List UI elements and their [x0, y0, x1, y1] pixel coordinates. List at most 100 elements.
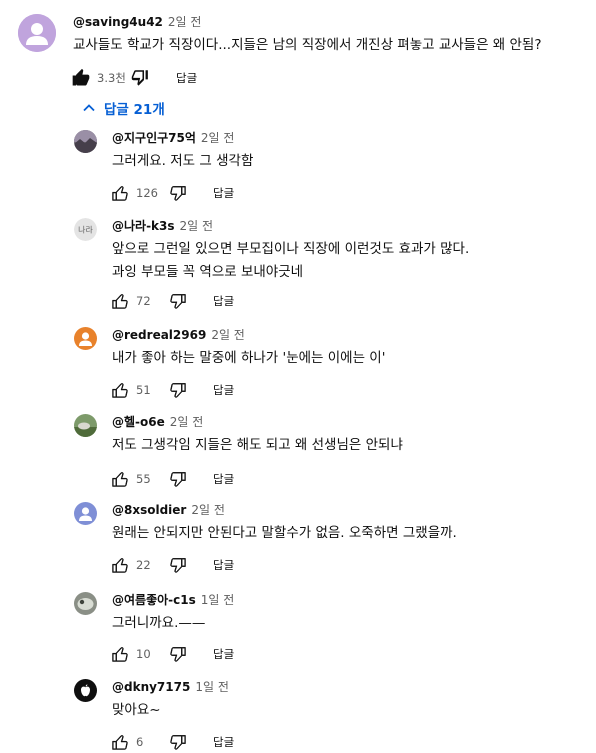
comment-text-line: 앞으로 그런일 있으면 부모집이나 직장에 이런것도 효과가 많다.	[112, 241, 470, 257]
reply-button[interactable]: 답글	[213, 646, 234, 662]
avatar[interactable]	[74, 327, 97, 350]
reply-button[interactable]: 답글	[213, 185, 234, 201]
like-icon[interactable]	[110, 469, 130, 489]
comment-actions: 55 답글	[110, 468, 234, 490]
comment-actions: 72 답글	[110, 290, 234, 312]
default-avatar-icon	[18, 14, 56, 52]
like-icon[interactable]	[110, 644, 130, 664]
comment-actions: 22 답글	[110, 554, 234, 576]
comment-text: 저도 그생각임 지들은 해도 되고 왜 선생님은 안되냐	[112, 437, 403, 453]
dislike-icon[interactable]	[168, 555, 188, 575]
comment-header: @지구인구75억 2일 전	[112, 130, 234, 146]
timestamp[interactable]: 2일 전	[168, 15, 202, 29]
comment-actions: 10 답글	[110, 643, 234, 665]
comment-text: 원래는 안되지만 안된다고 말할수가 없음. 오죽하면 그랬을까.	[112, 525, 457, 541]
reply-button[interactable]: 답글	[176, 70, 197, 86]
replies-toggle[interactable]: 답글 21개	[82, 98, 165, 118]
author-name[interactable]: @saving4u42	[73, 15, 163, 29]
reply-button[interactable]: 답글	[213, 293, 234, 309]
reply-comment: @지구인구75억 2일 전 그러게요. 저도 그 생각함 126 답글	[0, 128, 596, 208]
timestamp[interactable]: 2일 전	[191, 503, 225, 517]
like-icon[interactable]	[110, 183, 130, 203]
comment-actions: 3.3천 답글	[71, 67, 197, 89]
dislike-icon[interactable]	[131, 68, 151, 88]
chevron-up-icon	[83, 104, 95, 112]
comment-actions: 51 답글	[110, 379, 234, 401]
like-icon[interactable]	[110, 555, 130, 575]
reply-comment: @여름좋아-c1s 1일 전 그러니까요.—— 10 답글	[0, 590, 596, 670]
comment-actions: 126 답글	[110, 182, 234, 204]
default-avatar-icon	[74, 327, 97, 350]
comment-header: @saving4u42 2일 전	[73, 14, 201, 30]
avatar[interactable]	[18, 14, 56, 52]
replies-toggle-label: 답글 21개	[104, 102, 165, 118]
comment-text: 그러게요. 저도 그 생각함	[112, 153, 254, 169]
timestamp[interactable]: 2일 전	[211, 328, 245, 342]
like-count: 126	[136, 186, 158, 200]
comment-header: @redreal2969 2일 전	[112, 327, 245, 343]
landscape-avatar-icon	[74, 130, 97, 153]
timestamp[interactable]: 2일 전	[201, 131, 235, 145]
avatar[interactable]	[74, 502, 97, 525]
reply-button[interactable]: 답글	[213, 557, 234, 573]
reply-button[interactable]: 답글	[213, 471, 234, 487]
author-name[interactable]: @8xsoldier	[112, 503, 186, 517]
comment-header: @8xsoldier 2일 전	[112, 502, 225, 518]
dislike-icon[interactable]	[168, 469, 188, 489]
like-count: 22	[136, 558, 151, 572]
author-name[interactable]: @여름좋아-c1s	[112, 593, 196, 607]
reply-comment: 나라 @나라-k3s 2일 전 앞으로 그런일 있으면 부모집이나 직장에 이런것…	[0, 216, 596, 316]
photo-avatar-icon	[74, 414, 97, 437]
avatar-text: 나라	[78, 226, 93, 235]
comment-text: 그러니까요.——	[112, 615, 206, 631]
like-count: 6	[136, 735, 144, 749]
like-count: 10	[136, 647, 151, 661]
author-name[interactable]: @지구인구75억	[112, 131, 196, 145]
avatar[interactable]	[74, 679, 97, 702]
like-icon[interactable]	[110, 732, 130, 752]
reply-comment: @8xsoldier 2일 전 원래는 안되지만 안된다고 말할수가 없음. 오죽…	[0, 500, 596, 580]
dislike-icon[interactable]	[168, 380, 188, 400]
apple-logo-icon	[74, 679, 97, 702]
photo-avatar-icon	[74, 592, 97, 615]
comment-header: @나라-k3s 2일 전	[112, 218, 213, 234]
timestamp[interactable]: 1일 전	[195, 680, 229, 694]
avatar[interactable]: 나라	[74, 218, 97, 241]
author-name[interactable]: @redreal2969	[112, 328, 206, 342]
dislike-icon[interactable]	[168, 732, 188, 752]
dislike-icon[interactable]	[168, 183, 188, 203]
comment-text-line: 과잉 부모들 꼭 역으로 보내야긋네	[112, 264, 304, 280]
comment-text: 맞아요~	[112, 702, 161, 718]
author-name[interactable]: @헬-o6e	[112, 415, 165, 429]
timestamp[interactable]: 1일 전	[201, 593, 235, 607]
comment-header: @여름좋아-c1s 1일 전	[112, 592, 234, 608]
like-icon[interactable]	[110, 380, 130, 400]
default-avatar-icon	[74, 502, 97, 525]
dislike-icon[interactable]	[168, 644, 188, 664]
like-count: 51	[136, 383, 151, 397]
like-filled-icon[interactable]	[71, 68, 91, 88]
comment-header: @dkny7175 1일 전	[112, 679, 229, 695]
timestamp[interactable]: 2일 전	[180, 219, 214, 233]
reply-comment: @redreal2969 2일 전 내가 좋아 하는 말중에 하나가 '눈에는 이…	[0, 325, 596, 405]
avatar[interactable]	[74, 592, 97, 615]
reply-comment: @dkny7175 1일 전 맞아요~ 6 답글	[0, 677, 596, 750]
comment-text: 내가 좋아 하는 말중에 하나가 '눈에는 이에는 이'	[112, 350, 386, 366]
avatar[interactable]	[74, 414, 97, 437]
timestamp[interactable]: 2일 전	[170, 415, 204, 429]
like-count: 3.3천	[97, 71, 126, 85]
reply-button[interactable]: 답글	[213, 734, 234, 750]
like-count: 55	[136, 472, 151, 486]
dislike-icon[interactable]	[168, 291, 188, 311]
author-name[interactable]: @dkny7175	[112, 680, 190, 694]
comment-header: @헬-o6e 2일 전	[112, 414, 203, 430]
text-avatar-icon: 나라	[74, 218, 97, 241]
reply-button[interactable]: 답글	[213, 382, 234, 398]
avatar[interactable]	[74, 130, 97, 153]
comment-text: 교사들도 학교가 직장이다...지들은 남의 직장에서 개진상 펴놓고 교사들은…	[73, 37, 542, 53]
author-name[interactable]: @나라-k3s	[112, 219, 175, 233]
reply-comment: @헬-o6e 2일 전 저도 그생각임 지들은 해도 되고 왜 선생님은 안되냐 …	[0, 412, 596, 492]
main-comment: @saving4u42 2일 전 교사들도 학교가 직장이다...지들은 남의 직…	[0, 0, 596, 96]
like-icon[interactable]	[110, 291, 130, 311]
like-count: 72	[136, 294, 151, 308]
